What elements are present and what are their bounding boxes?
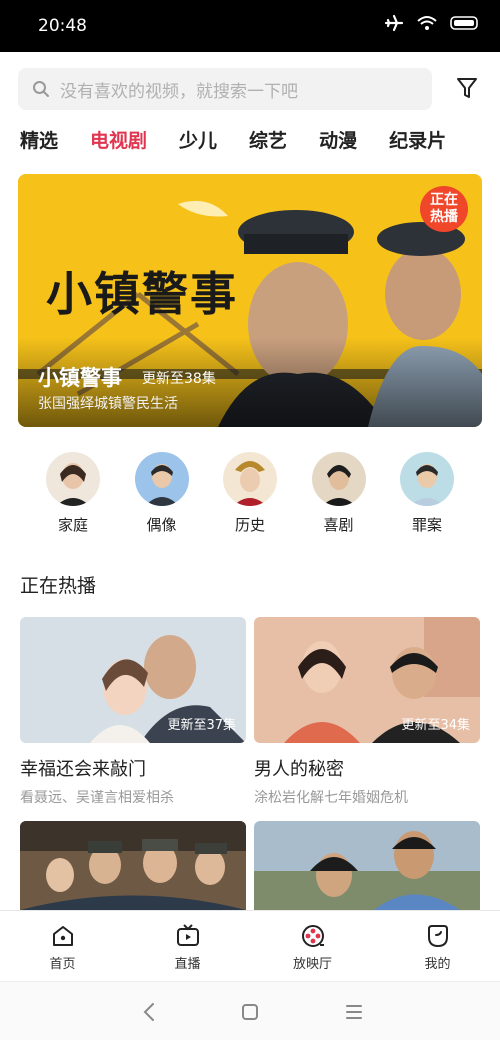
show-title: 男人的秘密 bbox=[254, 759, 344, 780]
tab-variety[interactable]: 综艺 bbox=[249, 126, 287, 153]
tab-tv-series[interactable]: 电视剧 bbox=[90, 126, 147, 153]
nav-home-label: 首页 bbox=[49, 957, 76, 972]
nav-mine-label: 我的 bbox=[424, 957, 451, 972]
system-nav-bar bbox=[0, 981, 500, 1040]
show-description: 看聂远、吴谨言相爱相杀 bbox=[20, 790, 174, 806]
episode-count: 更新至37集 bbox=[167, 718, 236, 733]
hot-badge-line1: 正在 bbox=[430, 192, 458, 208]
status-bar: 20:48 bbox=[0, 0, 500, 52]
genre-crime-avatar bbox=[400, 452, 454, 506]
home-square-icon[interactable] bbox=[241, 1003, 259, 1021]
banner-update: 更新至38集 bbox=[142, 371, 216, 387]
genre-comedy[interactable]: 喜剧 bbox=[304, 452, 374, 535]
genre-family-avatar bbox=[46, 452, 100, 506]
show-card[interactable] bbox=[20, 821, 246, 910]
show-thumbnail bbox=[20, 821, 246, 910]
nav-home[interactable]: 首页 bbox=[0, 911, 125, 980]
tv-icon bbox=[176, 924, 199, 946]
hot-badge: 正在 热播 bbox=[420, 186, 468, 232]
menu-icon[interactable] bbox=[345, 1004, 363, 1020]
tab-kids[interactable]: 少儿 bbox=[179, 126, 217, 153]
battery-icon bbox=[450, 16, 478, 30]
genre-comedy-avatar bbox=[311, 452, 366, 506]
status-icons bbox=[384, 14, 480, 32]
category-tabs: 精选 电视剧 少儿 综艺 动漫 纪录片 bbox=[20, 126, 478, 153]
genre-idol-label: 偶像 bbox=[146, 516, 177, 534]
genre-history-avatar bbox=[223, 452, 277, 506]
section-title-now-airing: 正在热播 bbox=[20, 575, 97, 597]
home-icon bbox=[52, 926, 73, 946]
search-icon bbox=[33, 81, 49, 97]
genre-comedy-label: 喜剧 bbox=[323, 516, 354, 534]
hot-badge-line2: 热播 bbox=[430, 209, 458, 225]
nav-mine[interactable]: 我的 bbox=[375, 911, 500, 980]
genre-categories: 家庭 偶像 历史 喜剧 罪案 bbox=[38, 452, 462, 535]
show-thumbnail: 更新至34集 bbox=[254, 617, 480, 743]
show-description: 涂松岩化解七年婚姻危机 bbox=[254, 790, 408, 806]
tab-featured[interactable]: 精选 bbox=[20, 126, 58, 153]
nav-live[interactable]: 直播 bbox=[125, 911, 250, 980]
bottom-nav: 首页 直播 放映厅 我的 bbox=[0, 910, 500, 980]
genre-history-label: 历史 bbox=[234, 516, 265, 534]
nav-live-label: 直播 bbox=[174, 957, 201, 972]
banner-title: 小镇警事 bbox=[38, 366, 122, 390]
nav-cinema[interactable]: 放映厅 bbox=[250, 911, 375, 980]
search-placeholder: 没有喜欢的视频，就搜索一下吧 bbox=[60, 81, 298, 102]
status-time: 20:48 bbox=[38, 16, 87, 36]
hero-banner[interactable]: 小镇警事 正在 热播 小镇警事 更新至38集 张国强绎城镇警民生活 bbox=[18, 174, 482, 427]
wifi-icon bbox=[417, 16, 437, 30]
show-title: 幸福还会来敲门 bbox=[20, 759, 146, 780]
search-row: 没有喜欢的视频，就搜索一下吧 bbox=[18, 68, 482, 110]
profile-icon bbox=[427, 925, 448, 948]
tab-documentary[interactable]: 纪录片 bbox=[389, 126, 446, 153]
show-card[interactable]: 更新至34集 男人的秘密 涂松岩化解七年婚姻危机 bbox=[254, 617, 480, 807]
genre-crime[interactable]: 罪案 bbox=[392, 452, 462, 535]
nav-cinema-label: 放映厅 bbox=[292, 957, 332, 972]
genre-idol-avatar bbox=[134, 452, 189, 506]
show-card[interactable]: 更新至37集 幸福还会来敲门 看聂远、吴谨言相爱相杀 bbox=[20, 617, 246, 807]
film-reel-icon bbox=[301, 925, 324, 947]
genre-idol[interactable]: 偶像 bbox=[127, 452, 197, 535]
airplane-icon bbox=[384, 14, 404, 32]
show-card[interactable] bbox=[254, 821, 480, 910]
genre-history[interactable]: 历史 bbox=[215, 452, 285, 535]
episode-count: 更新至34集 bbox=[401, 718, 470, 733]
genre-family-label: 家庭 bbox=[57, 516, 88, 534]
show-thumbnail bbox=[254, 821, 480, 910]
tab-anime[interactable]: 动漫 bbox=[319, 126, 357, 153]
show-thumbnail: 更新至37集 bbox=[20, 617, 246, 743]
genre-family[interactable]: 家庭 bbox=[38, 452, 108, 535]
banner-artwork-title: 小镇警事 bbox=[46, 267, 238, 321]
genre-crime-label: 罪案 bbox=[411, 516, 442, 534]
search-input[interactable]: 没有喜欢的视频，就搜索一下吧 bbox=[18, 68, 432, 110]
filter-icon[interactable] bbox=[456, 76, 478, 100]
back-icon[interactable] bbox=[142, 1002, 156, 1022]
banner-subtitle: 张国强绎城镇警民生活 bbox=[38, 396, 178, 412]
